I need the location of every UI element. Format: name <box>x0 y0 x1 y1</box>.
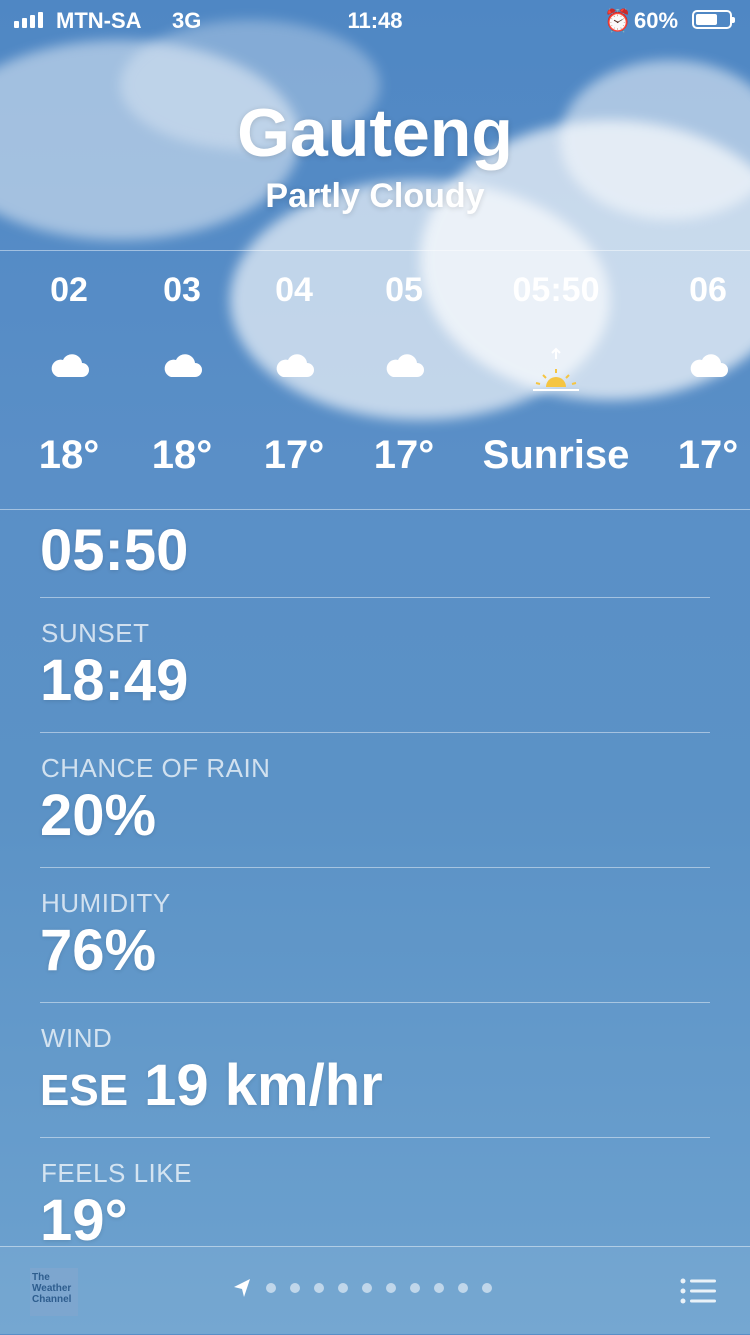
status-bar: MTN-SA 3G 11:48 ⏰ 60% <box>0 0 750 40</box>
current-condition: Partly Cloudy <box>265 177 485 215</box>
sunset-label: SUNSET <box>41 618 150 648</box>
page-dot <box>338 1283 348 1293</box>
page-dot <box>410 1283 420 1293</box>
hourly-item: 04 17° <box>243 251 345 509</box>
hour-temp: 18° <box>38 433 100 477</box>
detail-row-sunrise: 05:50 <box>40 510 710 598</box>
humidity-label: HUMIDITY <box>41 888 171 918</box>
detail-row-humidity: HUMIDITY 76% <box>40 868 710 1003</box>
hour-time: 02 <box>50 271 88 309</box>
location-arrow-icon <box>234 1279 250 1297</box>
detail-row-chance-of-rain: CHANCE OF RAIN 20% <box>40 733 710 868</box>
detail-row-wind: WIND ESE 19 km/hr <box>40 1003 710 1138</box>
hour-temp: 17° <box>263 433 325 477</box>
cloud-icon <box>353 351 455 379</box>
hourly-item: 05 17° <box>353 251 455 509</box>
hourly-item: 05:50 Sunrise <box>470 251 642 509</box>
hour-time: 06 <box>689 271 727 309</box>
cloud-icon <box>243 351 345 379</box>
page-dot <box>386 1283 396 1293</box>
alarm-icon: ⏰ <box>604 8 632 33</box>
page-dot <box>362 1283 372 1293</box>
hourly-forecast[interactable]: 02 18° 03 18° 04 17° 05 17° 05:50 Sunris… <box>0 250 750 510</box>
hour-time: 05 <box>385 271 423 309</box>
weather-channel-logo[interactable]: The Weather Channel <box>30 1268 78 1316</box>
wind-value-group: ESE 19 km/hr <box>40 1051 383 1126</box>
sunrise-icon <box>470 347 642 393</box>
sunrise-value: 05:50 <box>40 518 189 583</box>
page-dot <box>458 1283 468 1293</box>
cloud-icon <box>664 351 750 379</box>
location-header: Gauteng Partly Cloudy <box>0 92 750 218</box>
battery-percent: 60% <box>634 8 679 33</box>
page-dot <box>266 1283 276 1293</box>
feels-like-label: FEELS LIKE <box>41 1158 192 1188</box>
hour-time: 03 <box>163 271 201 309</box>
bottom-toolbar: The Weather Channel <box>0 1246 750 1335</box>
hour-temp: Sunrise <box>482 433 630 477</box>
cloud-icon <box>18 351 120 379</box>
chance-of-rain-value: 20% <box>40 783 157 848</box>
detail-row-sunset: SUNSET 18:49 <box>40 598 710 733</box>
page-dot <box>290 1283 300 1293</box>
hourly-item: 03 18° <box>131 251 233 509</box>
location-name: Gauteng <box>237 95 513 171</box>
humidity-value: 76% <box>40 918 157 983</box>
wind-direction: ESE <box>40 1066 129 1115</box>
page-dot <box>314 1283 324 1293</box>
hour-temp: 18° <box>151 433 213 477</box>
hour-time: 04 <box>275 271 313 309</box>
sunset-value: 18:49 <box>40 648 189 713</box>
battery-icon <box>692 10 735 29</box>
hour-temp: 17° <box>373 433 435 477</box>
page-dot <box>434 1283 444 1293</box>
list-icon[interactable] <box>680 1277 716 1310</box>
wind-label: WIND <box>41 1023 113 1053</box>
hour-time: 05:50 <box>512 271 600 309</box>
wind-speed: 19 km/hr <box>144 1053 383 1118</box>
page-indicator[interactable] <box>232 1277 492 1299</box>
weather-details[interactable]: 05:50 SUNSET 18:49 CHANCE OF RAIN 20% HU… <box>40 510 710 1272</box>
cloud-icon <box>131 351 233 379</box>
hourly-item: 06 17° <box>664 251 750 509</box>
hour-temp: 17° <box>677 433 739 477</box>
chance-of-rain-label: CHANCE OF RAIN <box>41 753 271 783</box>
page-dot <box>482 1283 492 1293</box>
hourly-item: 02 18° <box>18 251 120 509</box>
